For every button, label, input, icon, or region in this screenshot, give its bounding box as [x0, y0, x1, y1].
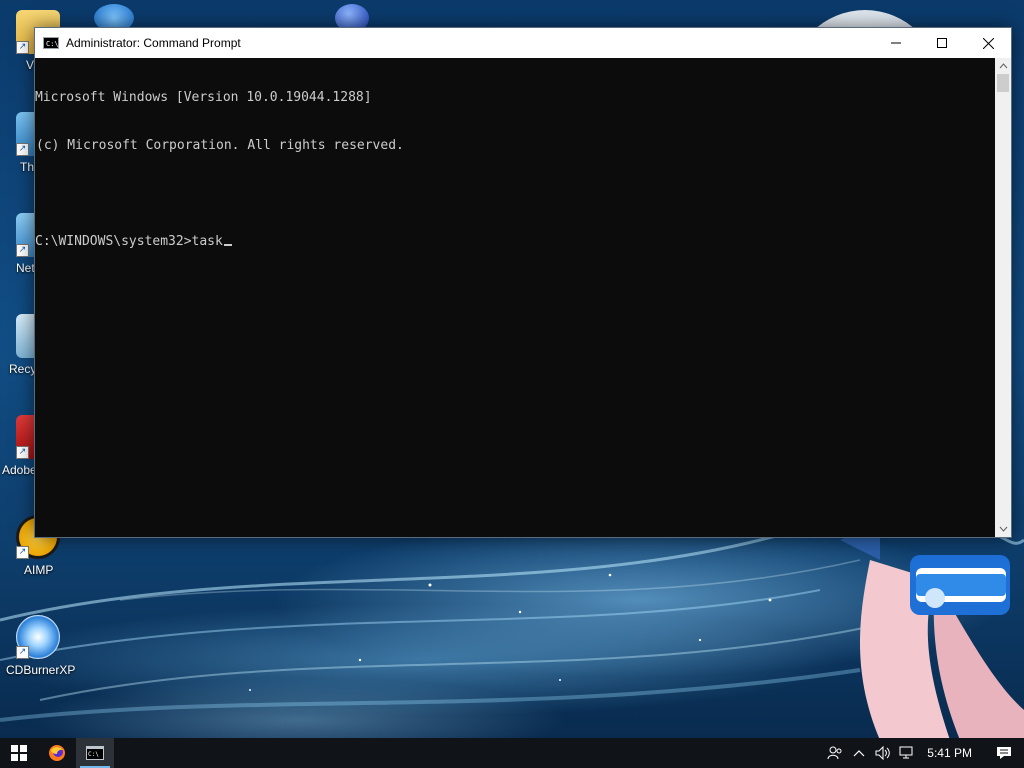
tray-volume[interactable] [871, 738, 895, 768]
taskbar-command-prompt[interactable]: C:\ [76, 738, 114, 768]
chevron-down-icon [999, 526, 1007, 532]
maximize-button[interactable] [919, 28, 965, 58]
taskbar-clock[interactable]: 5:41 PM [919, 746, 984, 760]
console-line: (c) Microsoft Corporation. All rights re… [36, 138, 404, 153]
vertical-scrollbar[interactable] [995, 58, 1011, 537]
chevron-up-icon [853, 750, 865, 757]
desktop-icon-cdburnerxp[interactable]: ↗ CDBurnerXP [0, 615, 76, 677]
tray-people[interactable] [823, 738, 847, 768]
taskbar-firefox[interactable] [38, 738, 76, 768]
window-title: Administrator: Command Prompt [66, 36, 241, 50]
maximize-icon [937, 38, 947, 48]
tray-overflow[interactable] [847, 738, 871, 768]
action-center-icon [997, 747, 1011, 759]
wallpaper-character [840, 520, 1024, 740]
console-line: Microsoft Windows [Version 10.0.19044.12… [35, 90, 372, 105]
desktop-icon-label: CDBurnerXP [6, 663, 76, 677]
shortcut-arrow-icon: ↗ [16, 446, 29, 459]
cmd-icon[interactable]: C:\ [43, 37, 59, 49]
cmd-icon: C:\ [86, 746, 104, 760]
cdburnerxp-icon: ↗ [16, 615, 60, 659]
close-icon [982, 37, 994, 49]
desktop-icon-label: Recy [9, 362, 37, 376]
shortcut-arrow-icon: ↗ [16, 143, 29, 156]
text-cursor [223, 244, 232, 246]
windows-logo-icon [11, 745, 27, 761]
console-output[interactable]: Microsoft Windows [Version 10.0.19044.12… [35, 58, 995, 537]
command-prompt-window[interactable]: C:\ Administrator: Command Prompt Micros… [34, 27, 1012, 538]
minimize-icon [891, 42, 901, 44]
minimize-button[interactable] [873, 28, 919, 58]
action-center-button[interactable] [984, 738, 1024, 768]
svg-text:C:\: C:\ [88, 751, 99, 758]
system-tray: 5:41 PM [823, 738, 1024, 768]
shortcut-arrow-icon: ↗ [16, 546, 29, 559]
start-button[interactable] [0, 738, 38, 768]
close-button[interactable] [965, 28, 1011, 58]
scroll-up-button[interactable] [995, 58, 1011, 74]
scrollbar-thumb[interactable] [997, 74, 1009, 92]
firefox-icon [49, 745, 65, 761]
console-prompt-text: C:\WINDOWS\system32>task [35, 234, 223, 249]
volume-icon [875, 746, 891, 760]
desktop-icon-label: Net [16, 261, 35, 275]
chevron-up-icon [999, 63, 1007, 69]
console-prompt-line[interactable]: C:\WINDOWS\system32>task [35, 234, 995, 250]
shortcut-arrow-icon: ↗ [16, 244, 29, 257]
desktop-icon-label: AIMP [24, 563, 54, 577]
window-titlebar[interactable]: C:\ Administrator: Command Prompt [35, 28, 1011, 58]
network-icon [899, 746, 913, 759]
desktop-icon-label: Adobe [2, 463, 37, 477]
shortcut-arrow-icon: ↗ [16, 646, 29, 659]
scroll-down-button[interactable] [995, 521, 1011, 537]
shortcut-arrow-icon: ↗ [16, 41, 29, 54]
tray-network[interactable] [895, 738, 919, 768]
taskbar: C:\ 5:41 PM [0, 738, 1024, 768]
desktop-icon-label: V [26, 58, 35, 72]
people-icon [827, 746, 842, 760]
